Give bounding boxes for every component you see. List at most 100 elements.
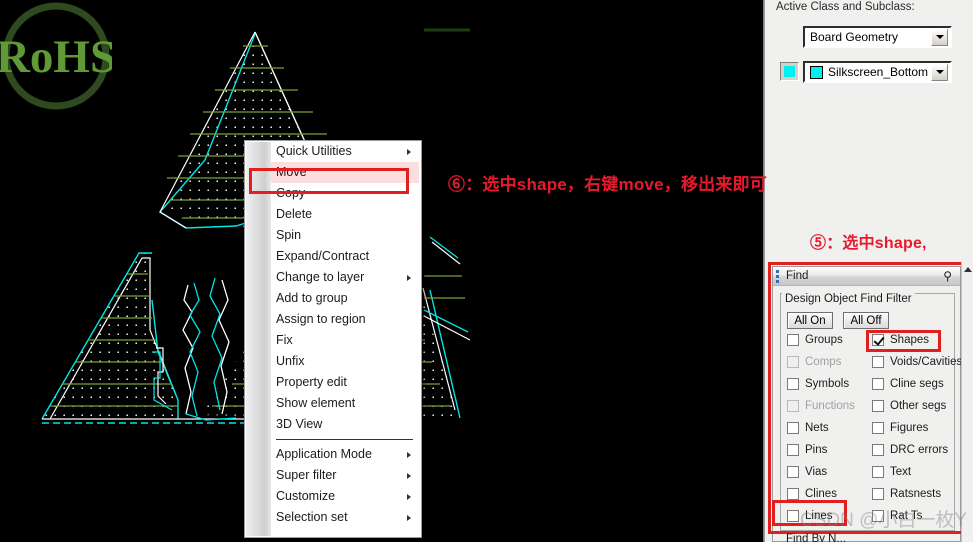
menu-item-label: Delete (276, 207, 313, 221)
menu-item-label: Assign to region (276, 312, 366, 326)
checkbox-label: Text (890, 466, 912, 478)
checkbox-row-nets[interactable]: Nets (787, 422, 829, 434)
active-class-value: Board Geometry (810, 30, 899, 44)
menu-item-add-to-group[interactable]: Add to group (245, 288, 421, 309)
checkbox-icon[interactable] (787, 466, 799, 478)
menu-item-super-filter[interactable]: Super filter (245, 465, 421, 486)
checkbox-row-shapes[interactable]: Shapes (872, 334, 929, 346)
checkbox-row-voids-cavities[interactable]: Voids/Cavities (872, 356, 962, 368)
checkbox-label: Rat Ts (890, 510, 923, 522)
checkbox-label: Pins (805, 444, 828, 456)
submenu-arrow-icon (407, 472, 411, 479)
checkbox-row-drc-errors[interactable]: DRC errors (872, 444, 948, 456)
checkbox-icon[interactable] (872, 400, 884, 412)
menu-item-label: Show element (276, 396, 356, 410)
checkbox-row-pins[interactable]: Pins (787, 444, 827, 456)
checkbox-label: DRC errors (890, 444, 949, 456)
context-menu[interactable]: Quick Utilities Move Copy Delete Spin Expand/… (244, 140, 422, 538)
checkbox-icon[interactable] (787, 444, 799, 456)
menu-item-unfix[interactable]: Unfix (245, 351, 421, 372)
menu-item-label: Fix (276, 333, 293, 347)
menu-item-expand-contract[interactable]: Expand/Contract (245, 246, 421, 267)
checkbox-row-lines[interactable]: Lines (787, 510, 833, 522)
menu-item-label: Application Mode (276, 447, 372, 461)
checkbox-icon[interactable] (872, 334, 884, 346)
active-class-combobox[interactable]: Board Geometry (803, 26, 952, 48)
checkbox-label: Voids/Cavities (890, 356, 963, 368)
checkbox-icon[interactable] (872, 510, 884, 522)
subclass-color-swatch-button[interactable] (780, 62, 799, 81)
checkbox-icon[interactable] (872, 356, 884, 368)
menu-item-label: Add to group (276, 291, 348, 305)
submenu-arrow-icon (407, 493, 411, 500)
menu-separator (276, 439, 413, 440)
checkbox-label: Lines (805, 510, 833, 522)
checkbox-label: Clines (805, 488, 837, 500)
submenu-arrow-icon (407, 148, 411, 155)
menu-item-label: Customize (276, 489, 336, 503)
menu-item-copy[interactable]: Copy (245, 183, 421, 204)
checkbox-icon[interactable] (787, 334, 799, 346)
checkbox-row-clines[interactable]: Clines (787, 488, 837, 500)
annotation-step-5: ⑤：选中shape, (810, 235, 927, 252)
checkbox-icon[interactable] (872, 488, 884, 500)
checkbox-row-functions: Functions (787, 400, 855, 412)
panel-scrollbar[interactable] (961, 262, 973, 542)
menu-item-show-element[interactable]: Show element (245, 393, 421, 414)
checkbox-icon[interactable] (787, 378, 799, 390)
checkbox-row-vias[interactable]: Vias (787, 466, 827, 478)
checkbox-row-symbols[interactable]: Symbols (787, 378, 849, 390)
checkbox-icon[interactable] (872, 466, 884, 478)
menu-item-quick-utilities[interactable]: Quick Utilities (245, 141, 421, 162)
subclass-color-icon (810, 65, 823, 79)
menu-item-spin[interactable]: Spin (245, 225, 421, 246)
menu-item-application-mode[interactable]: Application Mode (245, 444, 421, 465)
menu-item-move[interactable]: Move (271, 162, 419, 183)
checkbox-row-figures[interactable]: Figures (872, 422, 928, 434)
checkbox-label: Cline segs (890, 378, 944, 390)
pin-icon[interactable]: ⚲ (943, 270, 952, 282)
checkbox-label: Functions (805, 400, 855, 412)
all-off-button[interactable]: All Off (843, 312, 889, 329)
menu-item-label: Expand/Contract (276, 249, 370, 263)
active-subclass-combobox[interactable]: Silkscreen_Bottom (803, 61, 952, 83)
checkbox-icon[interactable] (787, 510, 799, 522)
find-dialog-title: Find (786, 270, 809, 282)
grip-icon (776, 269, 783, 283)
checkbox-row-other-segs[interactable]: Other segs (872, 400, 946, 412)
checkbox-icon (787, 356, 799, 368)
menu-item-fix[interactable]: Fix (245, 330, 421, 351)
menu-item-3d-view[interactable]: 3D View (245, 414, 421, 435)
annotation-step-6: ⑥：选中shape，右键move，移出来即可 (448, 175, 767, 194)
chevron-down-icon[interactable] (931, 28, 948, 46)
context-menu-items: Quick Utilities Move Copy Delete Spin Expand/… (245, 141, 421, 528)
checkbox-label: Comps (805, 356, 842, 368)
menu-item-property-edit[interactable]: Property edit (245, 372, 421, 393)
menu-item-delete[interactable]: Delete (245, 204, 421, 225)
checkbox-row-cline-segs[interactable]: Cline segs (872, 378, 944, 390)
find-dialog-titlebar[interactable]: Find ⚲ (773, 267, 960, 286)
checkbox-label: Ratsnests (890, 488, 942, 500)
active-class-label: Active Class and Subclass: (776, 1, 915, 13)
checkbox-label: Groups (805, 334, 843, 346)
checkbox-row-ratsnests[interactable]: Ratsnests (872, 488, 941, 500)
checkbox-icon[interactable] (872, 444, 884, 456)
checkbox-icon[interactable] (872, 378, 884, 390)
submenu-arrow-icon (407, 274, 411, 281)
menu-item-selection-set[interactable]: Selection set (245, 507, 421, 528)
checkbox-icon[interactable] (787, 422, 799, 434)
checkbox-icon[interactable] (872, 422, 884, 434)
menu-item-change-to-layer[interactable]: Change to layer (245, 267, 421, 288)
menu-item-customize[interactable]: Customize (245, 486, 421, 507)
menu-item-label: Change to layer (276, 270, 365, 284)
checkbox-icon[interactable] (787, 488, 799, 500)
scroll-up-icon[interactable] (963, 267, 972, 272)
checkbox-label: Shapes (890, 334, 930, 346)
menu-item-assign-to-region[interactable]: Assign to region (245, 309, 421, 330)
checkbox-row-text[interactable]: Text (872, 466, 911, 478)
all-on-button[interactable]: All On (787, 312, 833, 329)
checkbox-row-rat-ts[interactable]: Rat Ts (872, 510, 922, 522)
menu-item-label: Property edit (276, 375, 347, 389)
chevron-down-icon[interactable] (931, 63, 948, 81)
checkbox-row-groups[interactable]: Groups (787, 334, 843, 346)
